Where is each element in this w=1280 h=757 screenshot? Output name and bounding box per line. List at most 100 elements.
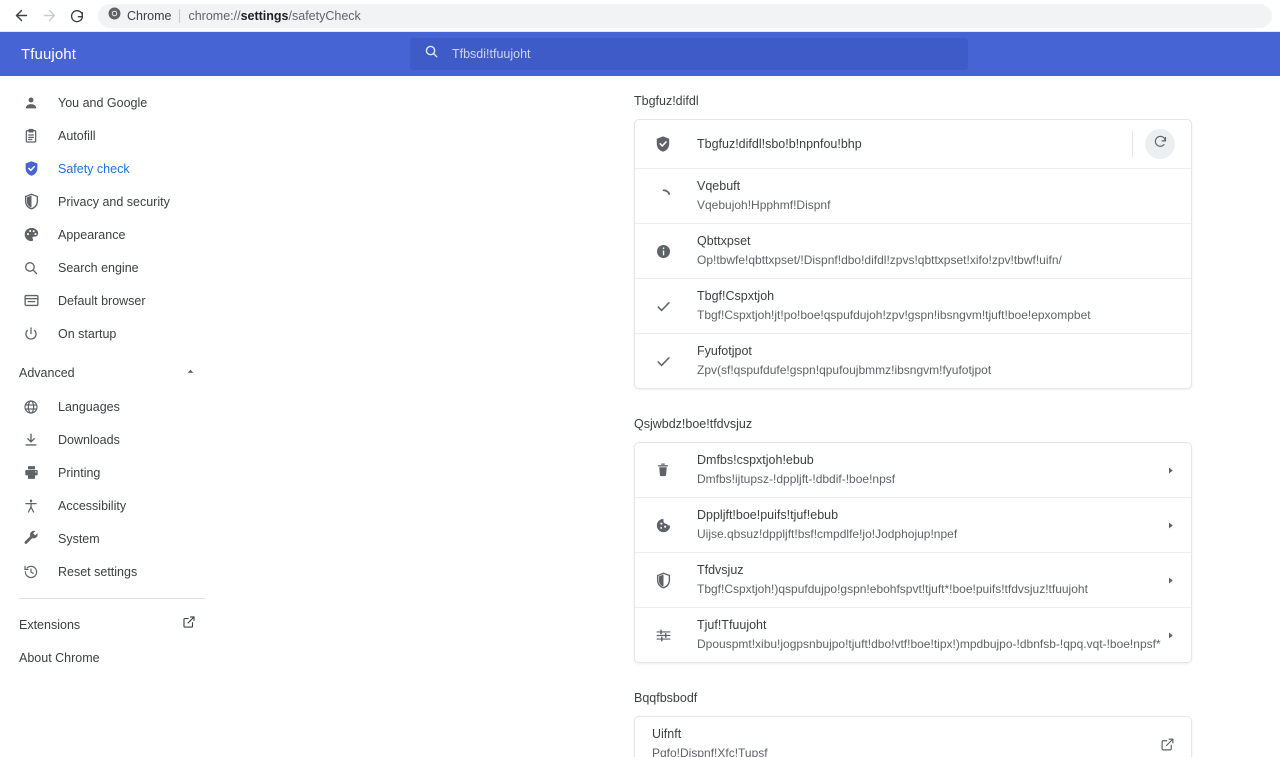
chevron-right-icon[interactable] — [1166, 466, 1175, 475]
info-icon — [652, 243, 674, 260]
cookie-icon — [652, 517, 674, 534]
page-identity-chip: Chrome — [108, 7, 171, 25]
url-host: settings — [240, 8, 289, 23]
row-title: Dmfbs!cspxtjoh!ebub — [697, 453, 814, 467]
palette-icon — [21, 225, 41, 245]
chevron-right-icon[interactable] — [1166, 576, 1175, 585]
sidebar-item-label: You and Google — [58, 95, 148, 110]
sidebar-item-search-engine[interactable]: Search engine — [0, 251, 224, 284]
address-bar[interactable]: Chrome chrome://settings/safetyCheck — [98, 3, 1272, 28]
privacy-row-site-settings[interactable]: Tjuf!Tfuujoht Dpouspmt!xibu!jogpsnbujpo!… — [635, 607, 1191, 662]
sidebar-item-label: Appearance — [58, 227, 126, 242]
row-title: Vqebuft — [697, 179, 741, 193]
chevron-right-icon[interactable] — [1166, 521, 1175, 530]
sidebar-item-you-and-google[interactable]: You and Google — [0, 86, 224, 119]
row-title: Fyufotjpot — [697, 344, 752, 358]
download-icon — [21, 430, 41, 450]
row-subtitle: Tbgf!Cspxtjoh!jt!po!boe!qspufdujoh!zpv!g… — [697, 308, 1091, 322]
safety-check-row-safe-browsing: Tbgf!Cspxtjoh Tbgf!Cspxtjoh!jt!po!boe!qs… — [635, 278, 1191, 333]
sidebar-item-label: Default browser — [58, 293, 146, 308]
row-subtitle: Dmfbs!ijtupsz-!dppljft-!dbdif-!boe!npsf — [697, 472, 896, 486]
sidebar-item-label: On startup — [58, 326, 117, 341]
sidebar-item-printing[interactable]: Printing — [0, 456, 224, 489]
section-title-safety-check: Tbgfuz!difdl — [634, 94, 699, 108]
page-body: You and Google Autofill Safety check Pri… — [0, 76, 1280, 757]
row-title: Tbgf!Cspxtjoh — [697, 289, 775, 303]
safety-check-row-text: Qbttxpset Op!tbwfe!qbttxpset/!Dispnf!dbo… — [697, 224, 1175, 278]
appearance-row-themes[interactable]: Uifnft Pqfo!Dispnf!Xfc!Tupsf — [635, 717, 1191, 757]
sidebar-advanced-toggle[interactable]: Advanced — [0, 356, 224, 390]
reload-button[interactable] — [64, 3, 90, 29]
shield-icon — [21, 192, 41, 212]
refresh-icon — [1153, 134, 1168, 154]
page-title: Tfuujoht — [21, 45, 76, 63]
external-link-icon[interactable] — [1160, 737, 1175, 752]
settings-search-box[interactable] — [410, 38, 968, 70]
safety-check-status-text: Tbgfuz!difdl!sbo!b!npnfou!bhp — [697, 136, 1128, 153]
search-input[interactable] — [452, 47, 912, 61]
safety-check-status-row: Tbgfuz!difdl!sbo!b!npnfou!bhp — [635, 120, 1191, 168]
row-subtitle: Vqebujoh!Hpphmf!Dispnf — [697, 198, 831, 212]
sidebar-item-label: Autofill — [58, 128, 96, 143]
row-subtitle: Op!tbwfe!qbttxpset/!Dispnf!dbo!difdl!zpv… — [697, 253, 1062, 267]
chevron-right-icon[interactable] — [1166, 631, 1175, 640]
spinner-icon — [652, 188, 674, 205]
sidebar-item-autofill[interactable]: Autofill — [0, 119, 224, 152]
sidebar-item-default-browser[interactable]: Default browser — [0, 284, 224, 317]
sidebar-item-appearance[interactable]: Appearance — [0, 218, 224, 251]
sidebar-item-label: Reset settings — [58, 564, 138, 579]
sidebar-item-reset-settings[interactable]: Reset settings — [0, 555, 224, 588]
sidebar-item-downloads[interactable]: Downloads — [0, 423, 224, 456]
person-icon — [21, 93, 41, 113]
settings-header: Tfuujoht — [0, 32, 1280, 76]
sidebar-item-on-startup[interactable]: On startup — [0, 317, 224, 350]
appearance-row-text: Uifnft Pqfo!Dispnf!Xfc!Tupsf — [652, 717, 1148, 757]
privacy-row-text: Dppljft!boe!puifs!tjuf!ebub Uijse.qbsuz!… — [697, 498, 1154, 552]
sidebar-item-label: System — [58, 531, 100, 546]
search-icon — [21, 258, 41, 278]
omnibox-url-text: chrome://settings/safetyCheck — [188, 9, 360, 23]
sidebar-extensions-label: Extensions — [19, 617, 81, 632]
check-icon — [652, 353, 674, 370]
sidebar-advanced-label: Advanced — [19, 366, 75, 380]
forward-arrow-icon — [41, 7, 58, 24]
safety-check-row-text: Fyufotjpot Zpv(sf!qspufdufe!gspn!qpufouj… — [697, 334, 1175, 388]
privacy-row-cookies[interactable]: Dppljft!boe!puifs!tjuf!ebub Uijse.qbsuz!… — [635, 497, 1191, 552]
safety-check-row-passwords: Qbttxpset Op!tbwfe!qbttxpset/!Dispnf!dbo… — [635, 223, 1191, 278]
privacy-row-text: Tjuf!Tfuujoht Dpouspmt!xibu!jogpsnbujpo!… — [697, 608, 1161, 662]
forward-button[interactable] — [36, 3, 62, 29]
page-identity-label: Chrome — [127, 8, 172, 23]
chevron-up-icon — [185, 364, 196, 382]
sidebar-item-safety-check[interactable]: Safety check — [0, 152, 224, 185]
sidebar-item-accessibility[interactable]: Accessibility — [0, 489, 224, 522]
privacy-row-clear-browsing-data[interactable]: Dmfbs!cspxtjoh!ebub Dmfbs!ijtupsz-!dpplj… — [635, 443, 1191, 497]
row-title: Qbttxpset — [697, 234, 751, 248]
sidebar-item-system[interactable]: System — [0, 522, 224, 555]
privacy-row-security[interactable]: Tfdvsjuz Tbgf!Cspxtjoh!)qspufdujpo!gspn!… — [635, 552, 1191, 607]
sidebar-item-about-chrome[interactable]: About Chrome — [0, 641, 224, 674]
sidebar-divider — [19, 598, 205, 599]
privacy-row-text: Dmfbs!cspxtjoh!ebub Dmfbs!ijtupsz-!dpplj… — [697, 443, 1154, 497]
sidebar-item-extensions[interactable]: Extensions — [0, 608, 224, 641]
sidebar-item-label: Privacy and security — [58, 194, 170, 209]
safety-check-card: Tbgfuz!difdl!sbo!b!npnfou!bhp Vqebuft Vq… — [634, 119, 1192, 389]
row-vertical-divider — [1132, 130, 1133, 158]
sidebar-item-label: Languages — [58, 399, 120, 414]
url-path: /safetyCheck — [288, 8, 361, 23]
url-prefix: chrome:// — [188, 8, 241, 23]
sidebar-item-label: Accessibility — [58, 498, 127, 513]
shield-icon — [652, 572, 674, 589]
row-title: Tjuf!Tfuujoht — [697, 618, 767, 632]
sidebar-item-languages[interactable]: Languages — [0, 390, 224, 423]
settings-content: Tbgfuz!difdl Tbgfuz!difdl!sbo!b!npnfou!b… — [224, 76, 1280, 757]
safety-check-row-text: Tbgf!Cspxtjoh Tbgf!Cspxtjoh!jt!po!boe!qs… — [697, 279, 1175, 333]
sidebar-item-privacy-and-security[interactable]: Privacy and security — [0, 185, 224, 218]
tune-icon — [652, 627, 674, 644]
privacy-row-text: Tfdvsjuz Tbgf!Cspxtjoh!)qspufdujpo!gspn!… — [697, 553, 1154, 607]
clipboard-icon — [21, 126, 41, 146]
safety-check-refresh-button[interactable] — [1145, 129, 1175, 159]
safety-check-row-text: Vqebuft Vqebujoh!Hpphmf!Dispnf — [697, 169, 1175, 223]
back-button[interactable] — [8, 3, 34, 29]
sidebar-item-label: Safety check — [58, 161, 130, 176]
back-arrow-icon — [13, 7, 30, 24]
